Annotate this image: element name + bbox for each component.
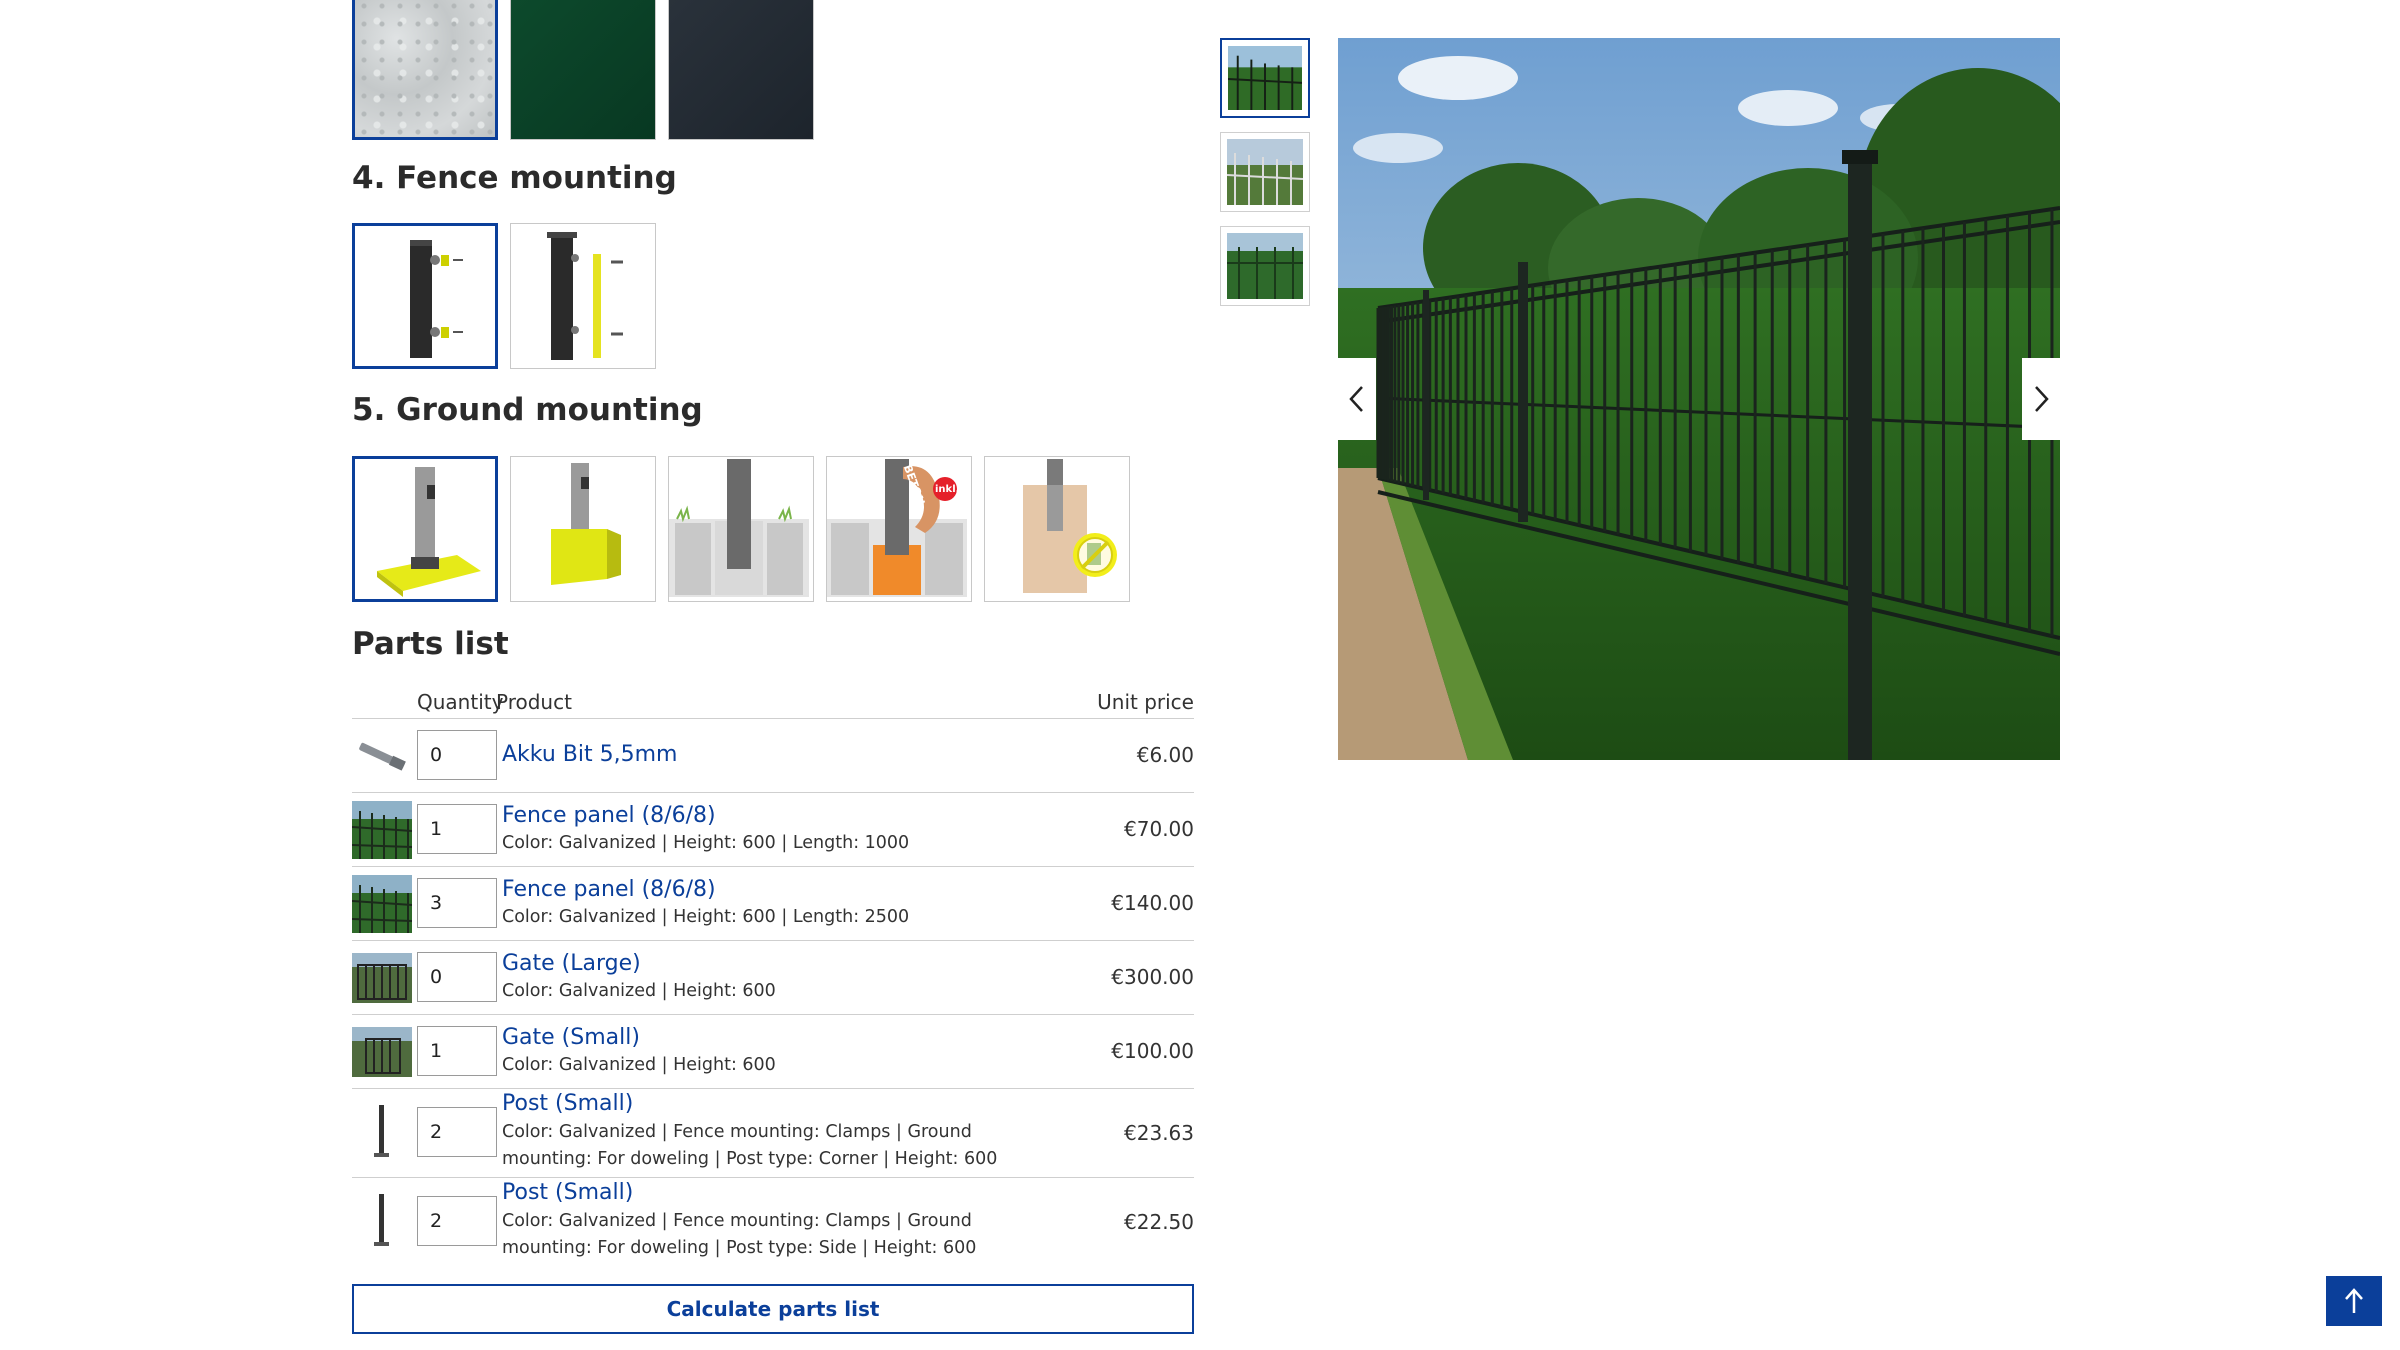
gallery-main-image[interactable] <box>1338 38 2060 760</box>
gallery-thumbnail-3[interactable] <box>1220 226 1310 306</box>
quantity-input[interactable] <box>417 1026 497 1076</box>
unit-price: €23.63 <box>1124 1121 1194 1145</box>
product-thumbnail-post <box>352 1103 412 1161</box>
gallery-thumbnail-2[interactable] <box>1220 132 1310 212</box>
unit-price: €300.00 <box>1111 965 1194 989</box>
product-attributes: Color: Galvanized | Height: 600 | Length… <box>502 833 910 853</box>
table-row: Fence panel (8/6/8) Color: Galvanized | … <box>352 867 1194 941</box>
quantity-input[interactable] <box>417 878 497 928</box>
product-link[interactable]: Post (Small) <box>502 1180 633 1205</box>
ground-mounting-options: BETON inkl. <box>352 456 1130 602</box>
product-thumbnail-fence <box>352 875 412 933</box>
product-attributes: Color: Galvanized | Height: 600 <box>502 981 776 1001</box>
gallery-thumbnails <box>1220 38 1310 320</box>
table-row: Gate (Small) Color: Galvanized | Height:… <box>352 1015 1194 1089</box>
gallery-next-button[interactable] <box>2022 358 2060 440</box>
unit-price: €22.50 <box>1124 1210 1194 1234</box>
column-unit-price: Unit price <box>1097 690 1194 714</box>
arrow-up-icon <box>2345 1288 2363 1313</box>
parts-list-title: Parts list <box>352 626 509 662</box>
parts-table-header: Quantity Product Unit price <box>352 688 1194 719</box>
concrete-bag-icon <box>827 459 967 597</box>
parts-table: Quantity Product Unit price Akku Bit 5,5… <box>352 688 1194 1266</box>
fence-mounting-options <box>352 223 656 369</box>
post-with-flat-bar-icon <box>547 232 623 360</box>
chevron-right-icon <box>2035 386 2049 412</box>
ground-mounting-option-concreting[interactable] <box>668 456 814 602</box>
product-link[interactable]: Akku Bit 5,5mm <box>502 742 677 767</box>
color-option-galvanized[interactable] <box>352 0 498 140</box>
table-row: Gate (Large) Color: Galvanized | Height:… <box>352 941 1194 1015</box>
quantity-input[interactable] <box>417 804 497 854</box>
included-badge: inkl. <box>935 484 960 495</box>
ground-mounting-option-doweling[interactable] <box>352 456 498 602</box>
post-on-base-plate-icon <box>377 467 481 597</box>
product-thumbnail-gate <box>352 1027 412 1077</box>
product-link[interactable]: Fence panel (8/6/8) <box>502 877 716 902</box>
color-options <box>352 0 814 140</box>
quantity-input[interactable] <box>417 730 497 780</box>
table-row: Post (Small) Color: Galvanized | Fence m… <box>352 1178 1194 1266</box>
fence-mounting-option-clamps[interactable] <box>352 223 498 369</box>
quantity-input[interactable] <box>417 952 497 1002</box>
chevron-left-icon <box>1349 386 1363 412</box>
fence-mounting-title: 4. Fence mounting <box>352 160 677 196</box>
product-thumbnail-bit <box>352 727 412 785</box>
product-link[interactable]: Fence panel (8/6/8) <box>502 803 716 828</box>
product-attributes: Color: Galvanized | Height: 600 | Length… <box>502 907 910 927</box>
gallery-thumbnail-1[interactable] <box>1220 38 1310 118</box>
unit-price: €140.00 <box>1111 891 1194 915</box>
calculate-parts-list-button[interactable]: Calculate parts list <box>352 1284 1194 1334</box>
product-link[interactable]: Post (Small) <box>502 1091 633 1116</box>
color-option-green[interactable] <box>510 0 656 140</box>
post-in-concrete-icon <box>669 459 809 597</box>
product-attributes: Color: Galvanized | Fence mounting: Clam… <box>502 1122 998 1169</box>
table-row: Fence panel (8/6/8) Color: Galvanized | … <box>352 793 1194 867</box>
unit-price: €6.00 <box>1136 743 1194 767</box>
quantity-input[interactable] <box>417 1107 497 1157</box>
color-option-anthracite[interactable] <box>668 0 814 140</box>
table-row: Post (Small) Color: Galvanized | Fence m… <box>352 1089 1194 1178</box>
ground-mounting-option-concrete-included[interactable]: BETON inkl. <box>826 456 972 602</box>
product-link[interactable]: Gate (Large) <box>502 951 641 976</box>
column-product: Product <box>496 690 572 714</box>
gallery-prev-button[interactable] <box>1338 358 1376 440</box>
table-row: Akku Bit 5,5mm €6.00 <box>352 719 1194 793</box>
post-in-yellow-sleeve-icon <box>551 463 621 585</box>
ground-mounting-option-yellow-base[interactable] <box>510 456 656 602</box>
scroll-to-top-button[interactable] <box>2326 1276 2382 1326</box>
product-attributes: Color: Galvanized | Height: 600 <box>502 1055 776 1075</box>
ground-mounting-option-no-concrete[interactable] <box>984 456 1130 602</box>
no-concrete-icon <box>1023 459 1117 593</box>
unit-price: €70.00 <box>1124 817 1194 841</box>
fence-mounting-option-flat-bar[interactable] <box>510 223 656 369</box>
post-with-clamps-icon <box>410 240 463 358</box>
column-quantity: Quantity <box>417 690 504 714</box>
ground-mounting-title: 5. Ground mounting <box>352 392 703 428</box>
unit-price: €100.00 <box>1111 1039 1194 1063</box>
product-thumbnail-fence <box>352 801 412 859</box>
product-thumbnail-gate <box>352 953 412 1003</box>
product-attributes: Color: Galvanized | Fence mounting: Clam… <box>502 1211 977 1258</box>
product-link[interactable]: Gate (Small) <box>502 1025 640 1050</box>
product-thumbnail-post <box>352 1192 412 1250</box>
quantity-input[interactable] <box>417 1196 497 1246</box>
